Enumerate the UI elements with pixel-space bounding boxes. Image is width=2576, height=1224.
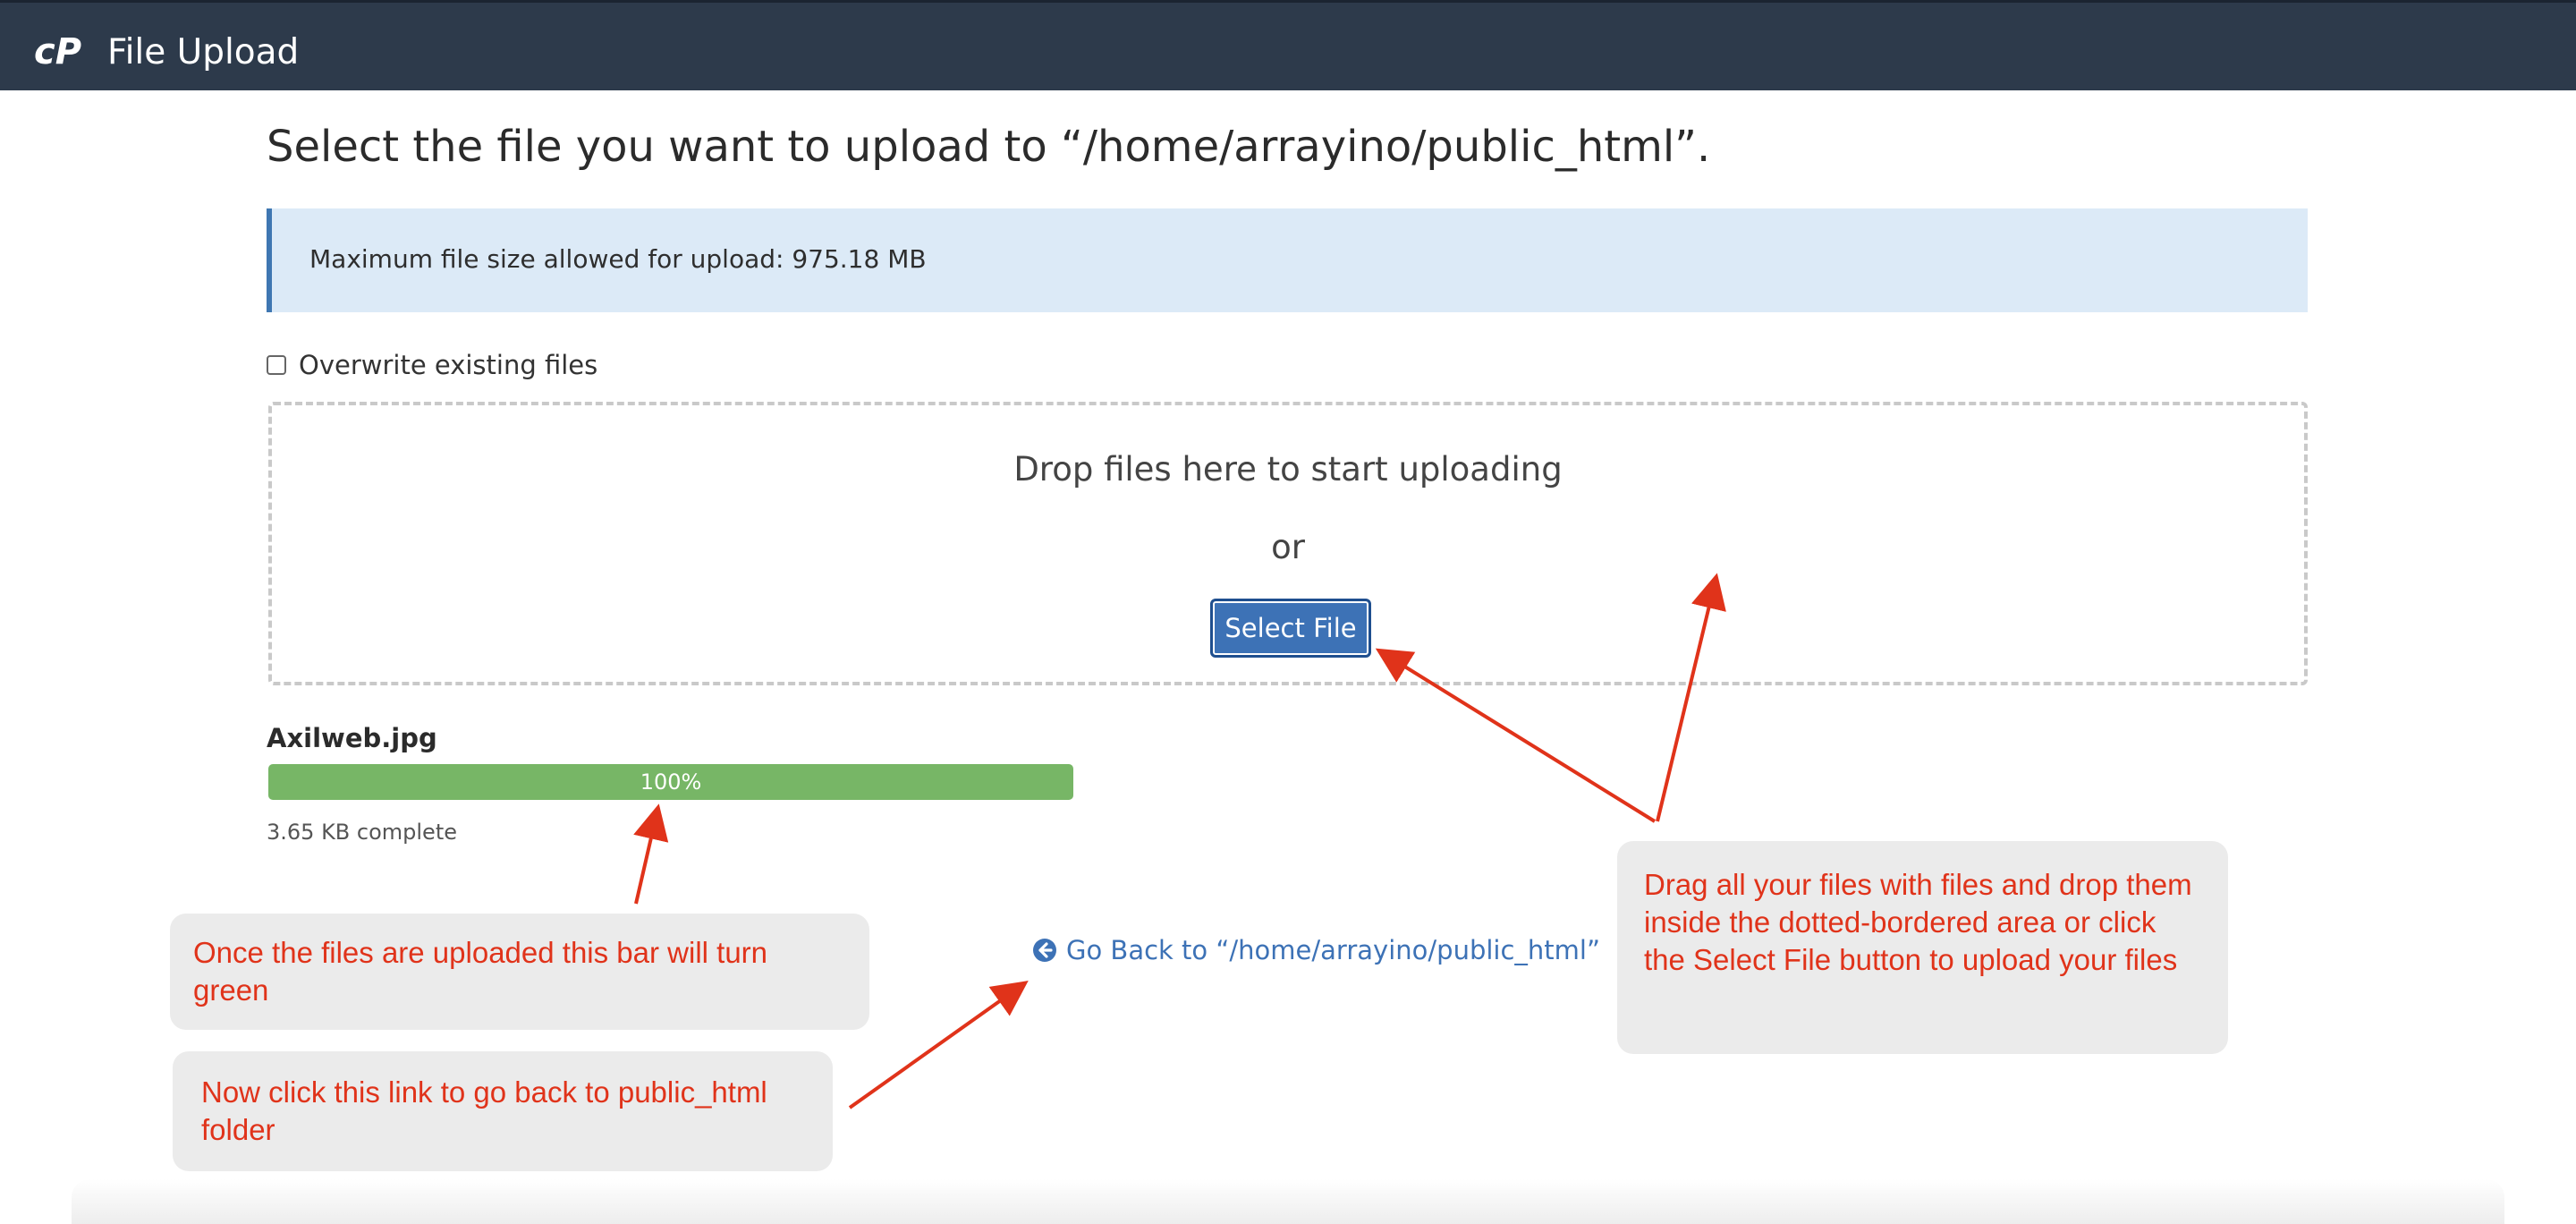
file-dropzone[interactable]: Drop files here to start uploading or Se…	[268, 402, 2308, 685]
arrow-to-back-link	[848, 981, 1029, 1109]
cpanel-logo-icon[interactable]: cP	[34, 33, 93, 69]
annotation-callout-drag: Drag all your files with files and drop …	[1617, 841, 2228, 1054]
upload-progress-bar: 100%	[268, 764, 1073, 800]
uploaded-file-name: Axilweb.jpg	[267, 723, 437, 753]
go-back-link-label[interactable]: Go Back to “/home/arrayino/public_html”	[1066, 935, 1600, 965]
max-size-info-text: Maximum file size allowed for upload: 97…	[309, 244, 927, 274]
max-size-info-alert: Maximum file size allowed for upload: 97…	[267, 208, 2308, 312]
overwrite-checkbox[interactable]	[267, 355, 286, 375]
dropzone-text: Drop files here to start uploading	[1013, 450, 1563, 489]
arrow-circle-left-icon[interactable]	[1032, 938, 1057, 963]
top-header: cP File Upload	[0, 0, 2576, 90]
app-title: File Upload	[107, 32, 300, 72]
svg-text:cP: cP	[34, 33, 81, 69]
upload-progress-fill: 100%	[268, 764, 1073, 800]
annotation-callout-link: Now click this link to go back to public…	[173, 1051, 833, 1171]
overwrite-label[interactable]: Overwrite existing files	[299, 350, 597, 380]
dropzone-or-text: or	[1271, 528, 1305, 566]
select-file-button[interactable]: Select File	[1210, 599, 1371, 658]
bottom-shadow	[72, 1179, 2504, 1224]
annotation-callout-progress: Once the files are uploaded this bar wil…	[170, 914, 869, 1030]
go-back-link[interactable]: Go Back to “/home/arrayino/public_html”	[1032, 935, 1600, 965]
arrow-to-progress-bar	[633, 803, 669, 905]
upload-status-text: 3.65 KB complete	[267, 820, 457, 845]
page-title: Select the file you want to upload to “/…	[267, 122, 1711, 172]
overwrite-option[interactable]: Overwrite existing files	[267, 347, 597, 383]
